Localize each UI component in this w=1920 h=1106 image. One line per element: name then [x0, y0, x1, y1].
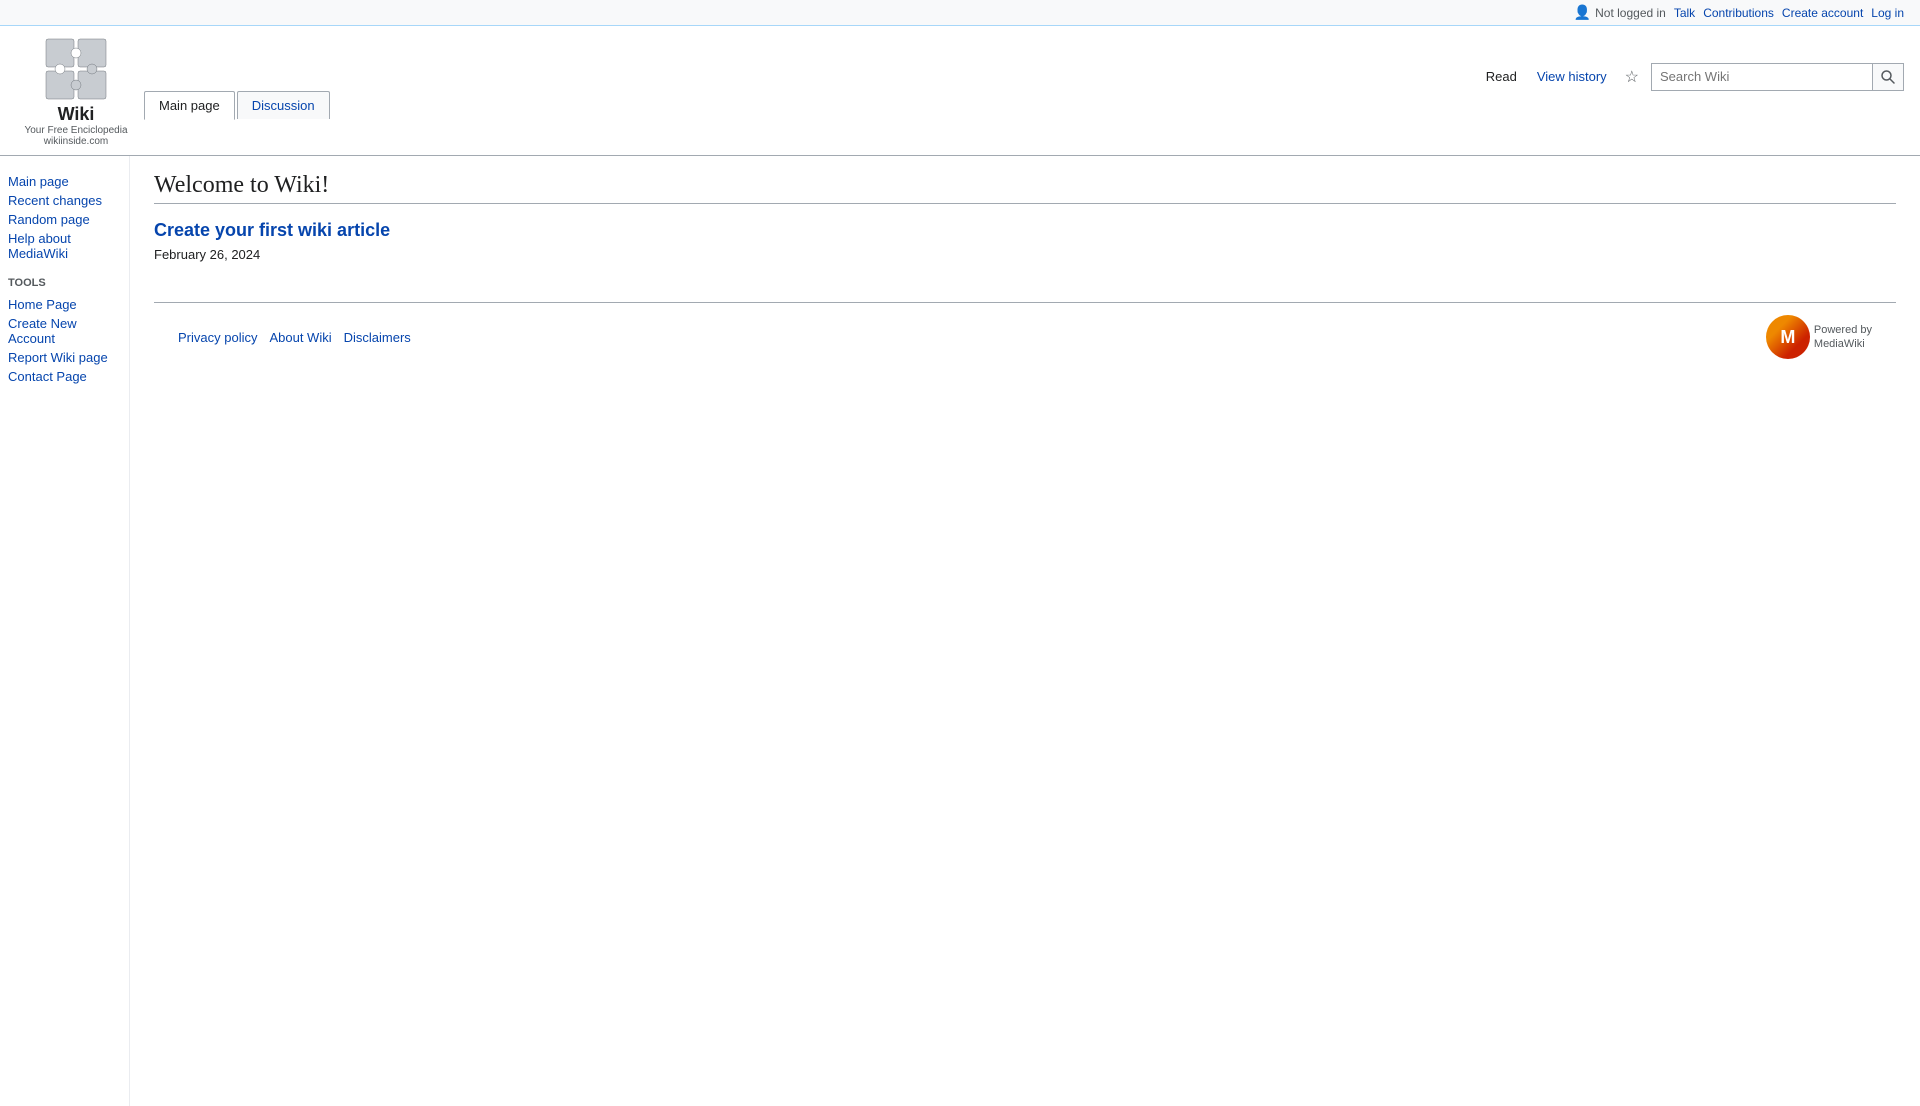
mediawiki-logo-icon: M [1766, 315, 1810, 359]
user-icon: 👤 [1574, 4, 1591, 21]
search-button[interactable] [1872, 64, 1903, 90]
footer-privacy-policy[interactable]: Privacy policy [178, 330, 257, 345]
contributions-link[interactable]: Contributions [1703, 6, 1774, 20]
user-status: 👤 Not logged in [1574, 4, 1666, 21]
tools-section-title: Tools [8, 277, 121, 289]
tab-discussion[interactable]: Discussion [237, 91, 330, 119]
page-title: Welcome to Wiki! [154, 172, 1896, 204]
footer: Privacy policy About Wiki Disclaimers M … [154, 302, 1896, 371]
mediawiki-logo: M Powered by MediaWiki [1766, 315, 1872, 359]
sidebar-item-main-page[interactable]: Main page [8, 172, 121, 191]
article-date: February 26, 2024 [154, 247, 1896, 262]
logo-area[interactable]: Wiki Your Free Enciclopedia wikiinside.c… [16, 34, 136, 147]
view-history-link[interactable]: View history [1531, 65, 1613, 88]
footer-about-wiki[interactable]: About Wiki [269, 330, 331, 345]
header: Wiki Your Free Enciclopedia wikiinside.c… [0, 26, 1920, 156]
sidebar-item-create-account[interactable]: Create New Account [8, 314, 121, 348]
sidebar-item-contact[interactable]: Contact Page [8, 367, 121, 386]
layout: Main page Recent changes Random page Hel… [0, 156, 1920, 1106]
talk-link[interactable]: Talk [1674, 6, 1695, 20]
main-content: Welcome to Wiki! Create your first wiki … [130, 156, 1920, 1106]
search-icon [1881, 70, 1895, 84]
sidebar-item-help[interactable]: Help about MediaWiki [8, 229, 121, 263]
logo-puzzle-icon [41, 34, 111, 104]
search-input[interactable] [1652, 65, 1872, 88]
sidebar-item-home-page[interactable]: Home Page [8, 295, 121, 314]
article-link[interactable]: Create your first wiki article [154, 220, 390, 240]
logo-subtitle: Your Free Enciclopedia [24, 125, 127, 136]
search-box [1651, 63, 1904, 91]
sidebar-tool-links: Home Page Create New Account Report Wiki… [8, 295, 121, 386]
sidebar-item-recent-changes[interactable]: Recent changes [8, 191, 121, 210]
sidebar: Main page Recent changes Random page Hel… [0, 156, 130, 1106]
tab-main-page[interactable]: Main page [144, 91, 235, 120]
login-link[interactable]: Log in [1871, 6, 1904, 20]
sidebar-item-random-page[interactable]: Random page [8, 210, 121, 229]
logo-domain: wikiinside.com [44, 136, 108, 147]
top-bar: 👤 Not logged in Talk Contributions Creat… [0, 0, 1920, 26]
watch-button[interactable]: ☆ [1621, 65, 1643, 89]
nav-tabs: Main page Discussion [144, 91, 1904, 119]
powered-by: M Powered by MediaWiki [1766, 315, 1872, 359]
create-account-link[interactable]: Create account [1782, 6, 1863, 20]
read-link[interactable]: Read [1480, 65, 1523, 88]
sidebar-nav-links: Main page Recent changes Random page Hel… [8, 172, 121, 263]
footer-links: Privacy policy About Wiki Disclaimers [178, 330, 411, 345]
header-right: Read View history ☆ [1480, 63, 1904, 91]
footer-disclaimers[interactable]: Disclaimers [344, 330, 411, 345]
logo-title: Wiki [58, 104, 95, 125]
mediawiki-logo-text: Powered by MediaWiki [1814, 323, 1872, 352]
not-logged-in-text: Not logged in [1595, 6, 1666, 20]
sidebar-item-report-wiki[interactable]: Report Wiki page [8, 348, 121, 367]
